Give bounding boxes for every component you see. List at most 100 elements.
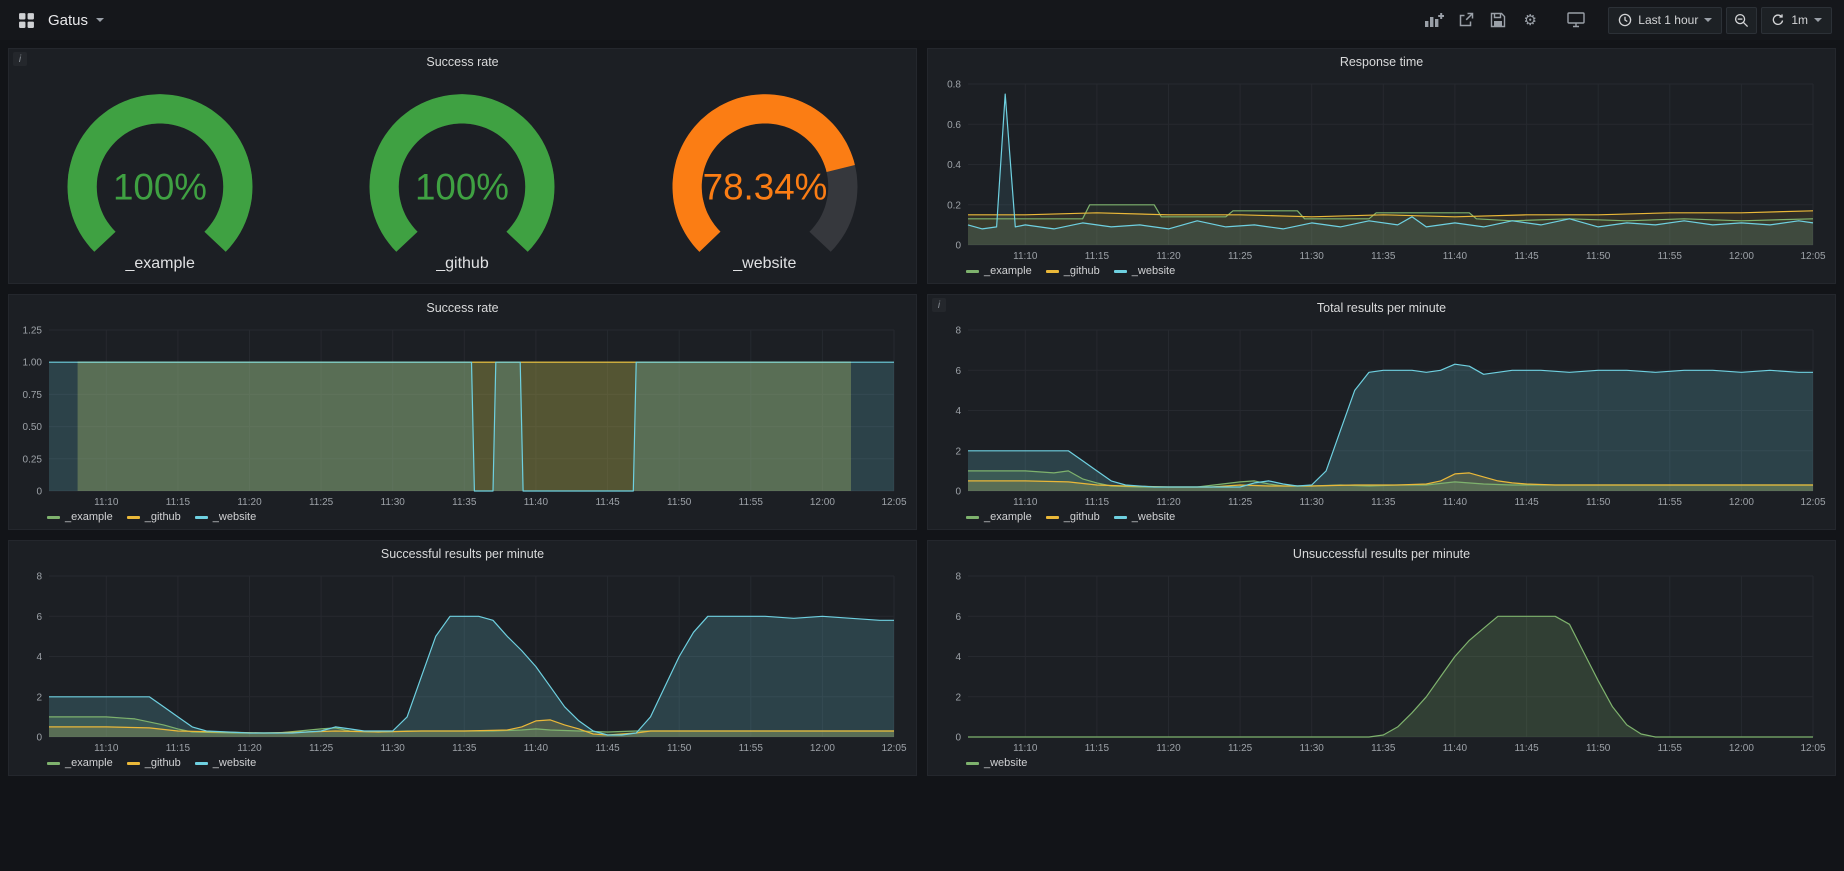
legend-item-_example[interactable]: _example bbox=[47, 757, 113, 769]
navbar-left: Gatus bbox=[12, 7, 104, 34]
svg-text:0.4: 0.4 bbox=[947, 160, 961, 171]
chevron-down-icon[interactable] bbox=[96, 18, 104, 22]
svg-text:11:55: 11:55 bbox=[739, 743, 764, 754]
panel-body: 11:1011:1511:2011:2511:3011:3511:4011:45… bbox=[9, 321, 916, 529]
svg-text:8: 8 bbox=[955, 326, 961, 337]
svg-text:12:00: 12:00 bbox=[810, 743, 835, 754]
add-panel-button[interactable] bbox=[1420, 7, 1448, 34]
svg-text:11:20: 11:20 bbox=[1156, 251, 1181, 262]
gauge-_website: 78.34%_website bbox=[646, 85, 884, 273]
legend-item-_github[interactable]: _github bbox=[127, 511, 181, 523]
cycle-view-button[interactable] bbox=[1562, 7, 1590, 34]
add-panel-icon bbox=[1424, 12, 1444, 28]
svg-text:12:00: 12:00 bbox=[1729, 497, 1754, 508]
dashboard-grid-icon[interactable] bbox=[12, 7, 40, 34]
panel-header[interactable]: Success rate bbox=[9, 295, 916, 321]
svg-text:12:00: 12:00 bbox=[810, 497, 835, 508]
panel-unsuccessful-results: Unsuccessful results per minute 11:1011:… bbox=[927, 540, 1836, 776]
clock-icon bbox=[1618, 13, 1632, 27]
svg-text:11:30: 11:30 bbox=[381, 743, 406, 754]
svg-text:0.8: 0.8 bbox=[947, 80, 961, 91]
legend-color-mark bbox=[1114, 516, 1127, 519]
zoom-out-icon bbox=[1734, 13, 1749, 28]
legend-item-_website[interactable]: _website bbox=[195, 757, 256, 769]
svg-text:0.50: 0.50 bbox=[23, 422, 43, 433]
panel-header[interactable]: Total results per minute bbox=[928, 295, 1835, 321]
legend-item-_github[interactable]: _github bbox=[1046, 265, 1100, 277]
panel-header[interactable]: Successful results per minute bbox=[9, 541, 916, 567]
panel-body: 11:1011:1511:2011:2511:3011:3511:4011:45… bbox=[928, 75, 1835, 283]
save-icon bbox=[1490, 12, 1506, 28]
panel-info-icon[interactable]: i bbox=[932, 298, 946, 312]
refresh-icon bbox=[1771, 13, 1785, 27]
gauge-label: _website bbox=[733, 255, 796, 273]
share-button[interactable] bbox=[1452, 7, 1480, 34]
svg-text:11:40: 11:40 bbox=[524, 743, 549, 754]
svg-text:11:40: 11:40 bbox=[1443, 497, 1468, 508]
svg-text:11:15: 11:15 bbox=[166, 743, 191, 754]
svg-text:12:05: 12:05 bbox=[1800, 497, 1825, 508]
panel-header[interactable]: Response time bbox=[928, 49, 1835, 75]
panel-info-icon[interactable]: i bbox=[13, 52, 27, 66]
gear-icon: ⚙ bbox=[1524, 13, 1537, 28]
legend-item-_website[interactable]: _website bbox=[1114, 265, 1175, 277]
svg-text:11:45: 11:45 bbox=[1514, 251, 1539, 262]
chevron-down-icon bbox=[1814, 18, 1822, 22]
svg-text:11:20: 11:20 bbox=[1156, 743, 1181, 754]
svg-text:0: 0 bbox=[36, 487, 42, 498]
legend-item-_github[interactable]: _github bbox=[127, 757, 181, 769]
time-range-picker[interactable]: Last 1 hour bbox=[1608, 7, 1722, 34]
gauge-arc: 100% bbox=[41, 85, 279, 269]
svg-text:11:55: 11:55 bbox=[1658, 497, 1683, 508]
svg-text:11:50: 11:50 bbox=[667, 743, 692, 754]
svg-text:11:25: 11:25 bbox=[1228, 743, 1253, 754]
panel-body: 11:1011:1511:2011:2511:3011:3511:4011:45… bbox=[928, 567, 1835, 775]
legend-color-mark bbox=[195, 762, 208, 765]
legend-item-_website[interactable]: _website bbox=[195, 511, 256, 523]
svg-text:11:55: 11:55 bbox=[739, 497, 764, 508]
legend-item-_website[interactable]: _website bbox=[966, 757, 1027, 769]
unsuccessful-results-chart[interactable]: 11:1011:1511:2011:2511:3011:3511:4011:45… bbox=[932, 567, 1831, 755]
panel-title: Success rate bbox=[426, 301, 498, 315]
svg-text:4: 4 bbox=[955, 652, 961, 663]
legend-item-_example[interactable]: _example bbox=[966, 511, 1032, 523]
settings-button[interactable]: ⚙ bbox=[1516, 7, 1544, 34]
success-rate-chart[interactable]: 11:1011:1511:2011:2511:3011:3511:4011:45… bbox=[13, 321, 912, 509]
svg-text:0.75: 0.75 bbox=[23, 390, 43, 401]
gauges-container: 100%_example100%_github78.34%_website bbox=[9, 75, 916, 283]
panel-total-results: i Total results per minute 11:1011:1511:… bbox=[927, 294, 1836, 530]
svg-text:11:40: 11:40 bbox=[1443, 743, 1468, 754]
panel-header[interactable]: Unsuccessful results per minute bbox=[928, 541, 1835, 567]
svg-text:0: 0 bbox=[36, 733, 42, 744]
panel-success-rate-gauges: i Success rate 100%_example100%_github78… bbox=[8, 48, 917, 284]
total-results-chart[interactable]: 11:1011:1511:2011:2511:3011:3511:4011:45… bbox=[932, 321, 1831, 509]
grid-squares-icon bbox=[18, 12, 35, 29]
svg-text:11:55: 11:55 bbox=[1658, 251, 1683, 262]
save-button[interactable] bbox=[1484, 7, 1512, 34]
dashboard-title[interactable]: Gatus bbox=[48, 12, 88, 29]
legend-item-_example[interactable]: _example bbox=[47, 511, 113, 523]
svg-text:100%: 100% bbox=[415, 167, 509, 208]
svg-text:100%: 100% bbox=[113, 167, 207, 208]
legend-item-_example[interactable]: _example bbox=[966, 265, 1032, 277]
svg-text:11:30: 11:30 bbox=[1300, 743, 1325, 754]
legend-item-_website[interactable]: _website bbox=[1114, 511, 1175, 523]
svg-text:11:10: 11:10 bbox=[1013, 497, 1038, 508]
gauge-arc: 100% bbox=[343, 85, 581, 269]
successful-results-chart[interactable]: 11:1011:1511:2011:2511:3011:3511:4011:45… bbox=[13, 567, 912, 755]
svg-text:0: 0 bbox=[955, 487, 961, 498]
response-time-chart[interactable]: 11:1011:1511:2011:2511:3011:3511:4011:45… bbox=[932, 75, 1831, 263]
svg-text:4: 4 bbox=[955, 406, 961, 417]
legend-item-_github[interactable]: _github bbox=[1046, 511, 1100, 523]
svg-text:11:50: 11:50 bbox=[1586, 251, 1611, 262]
svg-text:0.6: 0.6 bbox=[947, 120, 961, 131]
legend-color-mark bbox=[966, 270, 979, 273]
zoom-out-button[interactable] bbox=[1726, 7, 1757, 34]
svg-text:11:40: 11:40 bbox=[1443, 251, 1468, 262]
svg-text:11:50: 11:50 bbox=[667, 497, 692, 508]
svg-text:6: 6 bbox=[955, 612, 961, 623]
panel-header[interactable]: Success rate bbox=[9, 49, 916, 75]
refresh-button[interactable]: 1m bbox=[1761, 7, 1832, 34]
svg-text:1.25: 1.25 bbox=[23, 326, 43, 337]
svg-text:11:15: 11:15 bbox=[1085, 251, 1110, 262]
